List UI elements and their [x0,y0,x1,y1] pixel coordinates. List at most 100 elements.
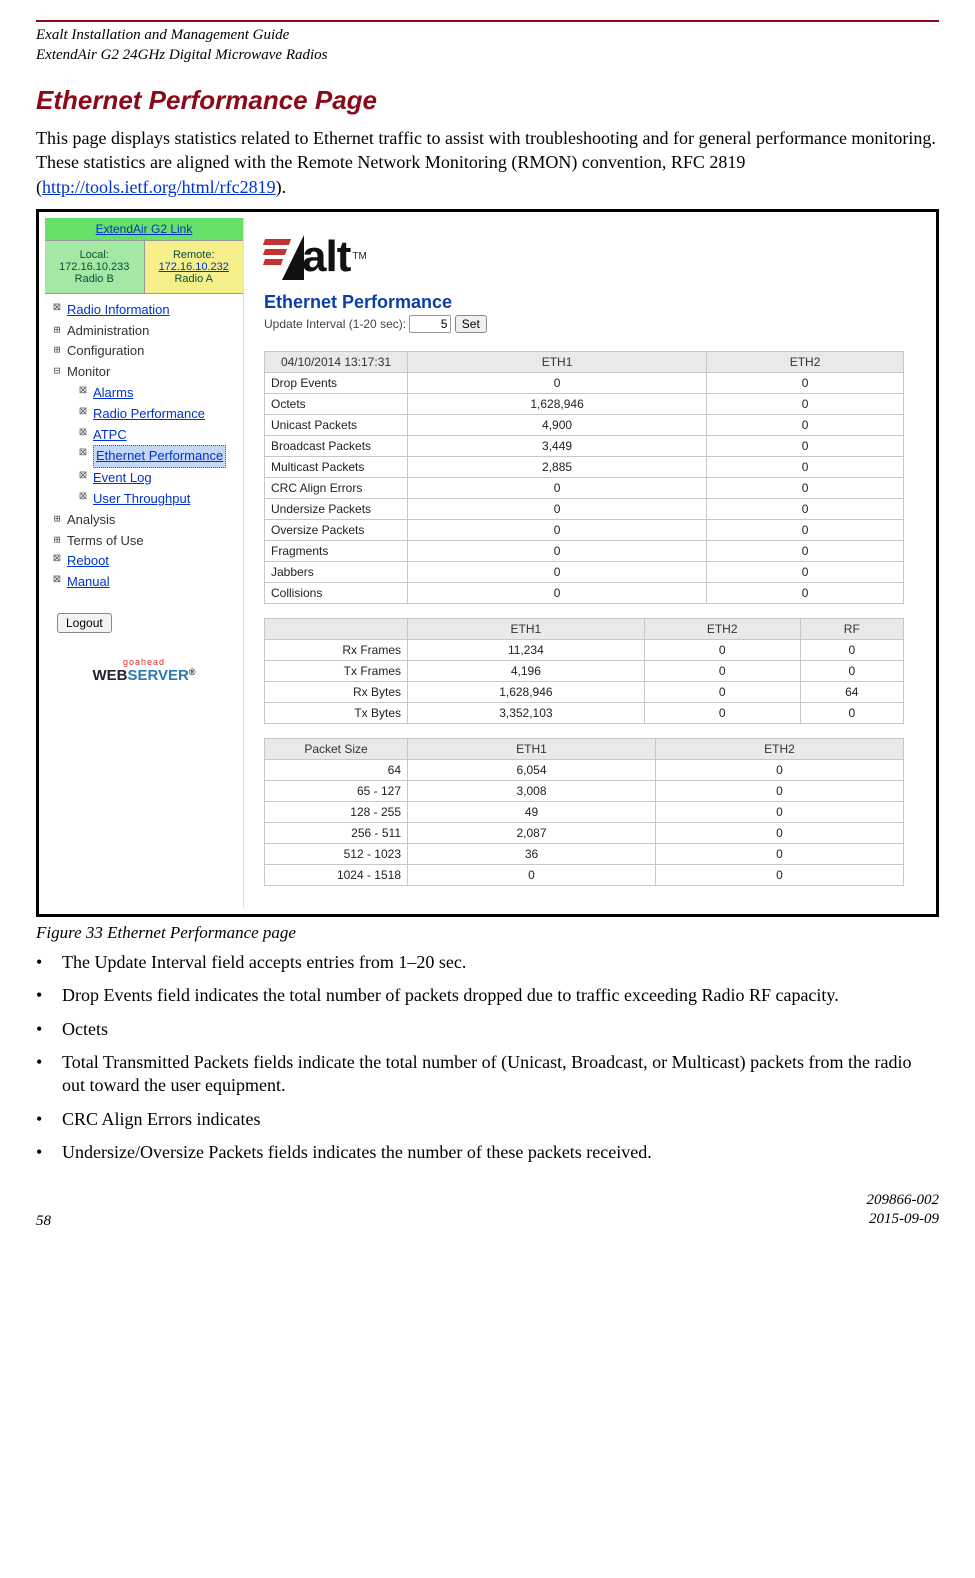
nav-manual[interactable]: ⊠Manual [49,572,239,593]
box-icon: ⊠ [77,489,89,505]
cell-eth1: 0 [408,498,707,519]
cell-eth1: 0 [408,540,707,561]
bullet-text: Undersize/Oversize Packets fields indica… [62,1141,652,1164]
cell-eth2: 0 [707,414,904,435]
nav-label: Reboot [67,551,109,572]
nav-label: Manual [67,572,110,593]
nav-administration[interactable]: ⊞Administration [49,321,239,342]
local-label: Local: [47,249,142,261]
col-eth2: ETH2 [644,618,800,639]
nav-alarms[interactable]: ⊠Alarms [49,383,239,404]
set-button[interactable]: Set [455,315,487,333]
section-title: Ethernet Performance Page [36,85,939,116]
panel-title: Ethernet Performance [264,292,924,313]
local-radio: Radio B [47,273,142,285]
footer-date: 2015-09-09 [867,1210,940,1230]
row-label: 128 - 255 [265,801,408,822]
nav-label: Alarms [93,383,133,404]
nav-monitor[interactable]: ⊟Monitor [49,362,239,383]
radio-boxes: Local: 172.16.10.233 Radio B Remote: 172… [45,241,243,294]
nav-label: Analysis [67,510,115,531]
nav-label: Ethernet Performance [93,445,226,468]
figure-caption: Figure 33 Ethernet Performance page [36,923,939,943]
nav-terms[interactable]: ⊞Terms of Use [49,531,239,552]
cell-eth1: 1,628,946 [408,681,645,702]
row-label: Rx Frames [265,639,408,660]
table-row: CRC Align Errors00 [265,477,904,498]
local-ip: 172.16.10.233 [47,261,142,273]
intro-text-post: ). [276,177,287,197]
table-row: 1024 - 151800 [265,864,904,885]
table-row: Oversize Packets00 [265,519,904,540]
nav-label: Terms of Use [67,531,144,552]
table-row: Jabbers00 [265,561,904,582]
nav-ethernet-performance[interactable]: ⊠Ethernet Performance [49,445,239,468]
cell-eth2: 0 [707,372,904,393]
cell-eth1: 2,087 [408,822,656,843]
stats-table-3: Packet Size ETH1 ETH2 646,054065 - 1273,… [264,738,904,886]
cell-eth2: 0 [644,681,800,702]
nav-user-throughput[interactable]: ⊠User Throughput [49,489,239,510]
bullet-icon: • [36,951,62,974]
row-label: 1024 - 1518 [265,864,408,885]
expand-icon: ⊞ [51,510,63,528]
remote-label: Remote: [147,249,242,261]
cell-eth1: 49 [408,801,656,822]
cell-rf: 0 [800,660,903,681]
table-row: 128 - 255490 [265,801,904,822]
row-label: 64 [265,759,408,780]
nav-radio-info[interactable]: ⊠Radio Information [49,300,239,321]
cell-eth2: 0 [707,540,904,561]
link-title[interactable]: ExtendAir G2 Link [45,218,243,241]
cell-eth2: 0 [656,822,904,843]
row-label: 256 - 511 [265,822,408,843]
table-row: Unicast Packets4,9000 [265,414,904,435]
footer-page-number: 58 [36,1213,51,1230]
row-label: 512 - 1023 [265,843,408,864]
list-item: •Total Transmitted Packets fields indica… [36,1051,939,1098]
row-label: Rx Bytes [265,681,408,702]
remote-ip[interactable]: 172.16.10.232 [147,261,242,273]
table-row: 512 - 1023360 [265,843,904,864]
stats-table-1: 04/10/2014 13:17:31 ETH1 ETH2 Drop Event… [264,351,904,604]
table-row: 65 - 1273,0080 [265,780,904,801]
col-eth2: ETH2 [656,738,904,759]
footer-docnum: 209866-002 [867,1191,940,1211]
timestamp-header: 04/10/2014 13:17:31 [265,351,408,372]
nav-atpc[interactable]: ⊠ATPC [49,425,239,446]
collapse-icon: ⊟ [51,362,63,380]
table-row: Rx Frames11,23400 [265,639,904,660]
box-icon: ⊠ [77,383,89,399]
col-rf: RF [800,618,903,639]
col-eth2: ETH2 [707,351,904,372]
logout-button[interactable]: Logout [57,613,112,633]
cell-eth2: 0 [656,759,904,780]
rfc-link[interactable]: http://tools.ietf.org/html/rfc2819 [42,177,276,197]
remote-radio-box[interactable]: Remote: 172.16.10.232 Radio A [145,241,244,294]
cell-eth2: 0 [707,477,904,498]
cell-eth1: 0 [408,561,707,582]
update-interval-input[interactable] [409,315,451,333]
bullet-icon: • [36,1018,62,1041]
row-label: Tx Bytes [265,702,408,723]
box-icon: ⊠ [77,468,89,484]
col-blank [265,618,408,639]
local-radio-box[interactable]: Local: 172.16.10.233 Radio B [45,241,145,294]
nav-radio-performance[interactable]: ⊠Radio Performance [49,404,239,425]
page-header: Exalt Installation and Management Guide … [36,26,939,65]
nav-reboot[interactable]: ⊠Reboot [49,551,239,572]
cell-eth1: 0 [408,372,707,393]
nav-label: Event Log [93,468,152,489]
cell-eth1: 2,885 [408,456,707,477]
update-label: Update Interval (1-20 sec): [264,317,406,331]
cell-eth2: 0 [656,780,904,801]
nav-event-log[interactable]: ⊠Event Log [49,468,239,489]
list-item: •CRC Align Errors indicates [36,1108,939,1131]
cell-eth1: 4,900 [408,414,707,435]
col-eth1: ETH1 [408,738,656,759]
cell-eth2: 0 [707,435,904,456]
nav-configuration[interactable]: ⊞Configuration [49,341,239,362]
cell-eth2: 0 [644,660,800,681]
cell-eth2: 0 [656,864,904,885]
nav-analysis[interactable]: ⊞Analysis [49,510,239,531]
